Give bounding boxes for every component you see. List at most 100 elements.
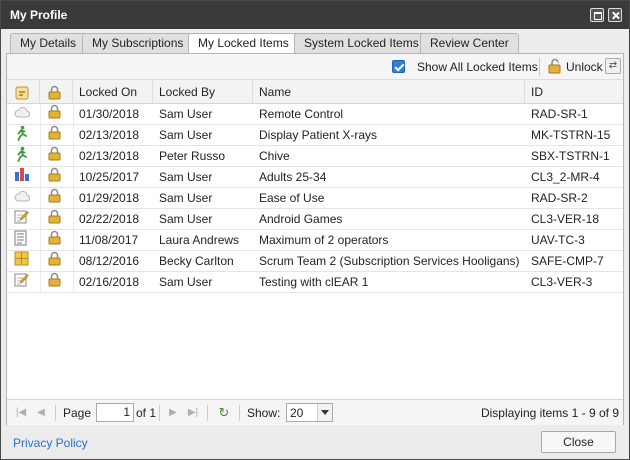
page-size-value: 20 xyxy=(290,406,304,420)
table-row[interactable]: 08/12/2016 Becky Carlton Scrum Team 2 (Sub… xyxy=(7,251,623,272)
maximize-icon[interactable] xyxy=(590,8,604,22)
runner-icon xyxy=(7,125,40,146)
locked-on-cell: 02/22/2018 xyxy=(79,212,140,226)
note-edit-icon xyxy=(7,209,40,230)
id-cell: UAV-TC-3 xyxy=(531,233,585,247)
page-number-input[interactable]: 1 xyxy=(96,403,134,422)
name-cell: Chive xyxy=(259,149,290,163)
unlock-icon xyxy=(548,58,562,77)
id-cell: MK-TSTRN-15 xyxy=(531,128,611,142)
tab-my-details[interactable]: My Details xyxy=(10,33,87,53)
id-cell: RAD-SR-2 xyxy=(531,191,588,205)
locked-by-cell: Peter Russo xyxy=(159,149,226,163)
id-cell: CL3_2-MR-4 xyxy=(531,170,600,184)
tab-my-locked-items[interactable]: My Locked Items xyxy=(188,33,299,55)
lock-column-header[interactable] xyxy=(40,80,73,104)
page-size-select[interactable]: 20 xyxy=(286,403,333,422)
pager-divider xyxy=(55,405,56,421)
lock-icon xyxy=(40,209,73,230)
id-cell: CL3-VER-18 xyxy=(531,212,600,226)
note-edit-icon xyxy=(7,272,40,293)
name-cell: Testing with clEAR 1 xyxy=(259,275,369,289)
table-row[interactable]: 02/22/2018 Sam User Android Games CL3-VER-1… xyxy=(7,209,623,230)
tab-my-subscriptions[interactable]: My Subscriptions xyxy=(82,33,194,53)
grid-toolbar: Show All Locked Items Unlock ⇄ xyxy=(7,54,623,80)
locked-on-cell: 01/29/2018 xyxy=(79,191,140,205)
next-page-icon[interactable]: ▶ xyxy=(167,407,179,419)
lock-icon xyxy=(40,272,73,293)
lock-icon xyxy=(40,188,73,209)
id-cell: RAD-SR-1 xyxy=(531,107,588,121)
lock-icon xyxy=(40,104,73,125)
page-count: of 1 xyxy=(136,406,157,420)
locked-by-cell: Sam User xyxy=(159,191,213,205)
close-button[interactable]: Close xyxy=(541,431,616,453)
document-list-icon xyxy=(7,230,40,251)
locked-on-cell: 01/30/2018 xyxy=(79,107,140,121)
locked-on-cell: 10/25/2017 xyxy=(79,170,140,184)
lock-icon xyxy=(40,146,73,167)
locked-on-cell: 02/13/2018 xyxy=(79,128,140,142)
table-row[interactable]: 10/25/2017 Sam User Adults 25-34 CL3_2-MR-4 xyxy=(7,167,623,188)
dialog-body: My Details My Subscriptions My Locked It… xyxy=(1,29,629,431)
locked-by-cell: Sam User xyxy=(159,170,213,184)
pager-divider xyxy=(159,405,160,421)
locked-on-cell: 11/08/2017 xyxy=(79,233,139,247)
runner-icon xyxy=(7,146,40,167)
locked-by-cell: Sam User xyxy=(159,275,213,289)
dialog-footer: Privacy Policy Close xyxy=(1,431,629,459)
item-type-icon xyxy=(15,86,29,100)
refresh-icon[interactable]: ↻ xyxy=(217,406,231,419)
swap-icon[interactable]: ⇄ xyxy=(605,58,621,74)
lock-icon xyxy=(48,86,61,100)
show-all-checkbox[interactable] xyxy=(392,60,405,73)
lock-icon xyxy=(40,167,73,188)
close-icon[interactable] xyxy=(608,8,622,22)
grid-header: Locked On Locked By Name ID xyxy=(7,80,623,104)
show-all-label[interactable]: Show All Locked Items xyxy=(417,60,538,74)
locked-on-cell: 02/16/2018 xyxy=(79,275,140,289)
first-page-icon[interactable]: |◀ xyxy=(15,407,27,419)
locked-by-cell: Sam User xyxy=(159,128,213,142)
tab-review-center[interactable]: Review Center xyxy=(420,33,519,53)
locked-by-cell: Sam User xyxy=(159,107,213,121)
table-row[interactable]: 02/16/2018 Sam User Testing with clEAR 1 CL… xyxy=(7,272,623,293)
table-row[interactable]: 01/30/2018 Sam User Remote Control RAD-SR-1 xyxy=(7,104,623,125)
id-cell: CL3-VER-3 xyxy=(531,275,593,289)
table-row[interactable]: 11/08/2017 Laura Andrews Maximum of 2 oper… xyxy=(7,230,623,251)
id-header[interactable]: ID xyxy=(525,80,623,104)
locked-by-cell: Laura Andrews xyxy=(159,233,240,247)
lock-icon xyxy=(40,125,73,146)
name-cell: Ease of Use xyxy=(259,191,325,205)
tab-system-locked-items[interactable]: System Locked Items xyxy=(294,33,429,53)
lock-icon xyxy=(40,251,73,272)
locked-by-cell: Becky Carlton xyxy=(159,254,234,268)
unlock-button[interactable]: Unlock xyxy=(547,57,603,77)
table-row[interactable]: 02/13/2018 Peter Russo Chive SBX-TSTRN-1 xyxy=(7,146,623,167)
locked-on-cell: 02/13/2018 xyxy=(79,149,140,163)
chevron-down-icon[interactable] xyxy=(317,404,332,421)
unlock-label: Unlock xyxy=(566,60,603,74)
title-bar[interactable]: My Profile xyxy=(1,1,629,29)
locked-by-header[interactable]: Locked By xyxy=(153,80,253,104)
lock-icon xyxy=(40,230,73,251)
name-cell: Display Patient X-rays xyxy=(259,128,378,142)
table-row[interactable]: 02/13/2018 Sam User Display Patient X-rays… xyxy=(7,125,623,146)
grid-pager: |◀ ◀ Page 1 of 1 ▶ ▶| ↻ Show: 20 Display… xyxy=(7,399,623,425)
show-label: Show: xyxy=(247,406,281,420)
display-info: Displaying items 1 - 9 of 9 xyxy=(480,406,619,420)
prev-page-icon[interactable]: ◀ xyxy=(35,407,47,419)
grid-icon xyxy=(7,251,40,272)
cloud-icon xyxy=(7,104,40,125)
type-column-header[interactable] xyxy=(7,80,40,104)
pager-divider xyxy=(207,405,208,421)
name-header[interactable]: Name xyxy=(253,80,525,104)
cloud-icon xyxy=(7,188,40,209)
privacy-policy-link[interactable]: Privacy Policy xyxy=(13,436,88,450)
name-cell: Remote Control xyxy=(259,107,344,121)
locked-items-panel: Show All Locked Items Unlock ⇄ Locked On… xyxy=(6,53,624,425)
id-cell: SBX-TSTRN-1 xyxy=(531,149,610,163)
table-row[interactable]: 01/29/2018 Sam User Ease of Use RAD-SR-2 xyxy=(7,188,623,209)
last-page-icon[interactable]: ▶| xyxy=(187,407,199,419)
locked-on-header[interactable]: Locked On xyxy=(73,80,153,104)
